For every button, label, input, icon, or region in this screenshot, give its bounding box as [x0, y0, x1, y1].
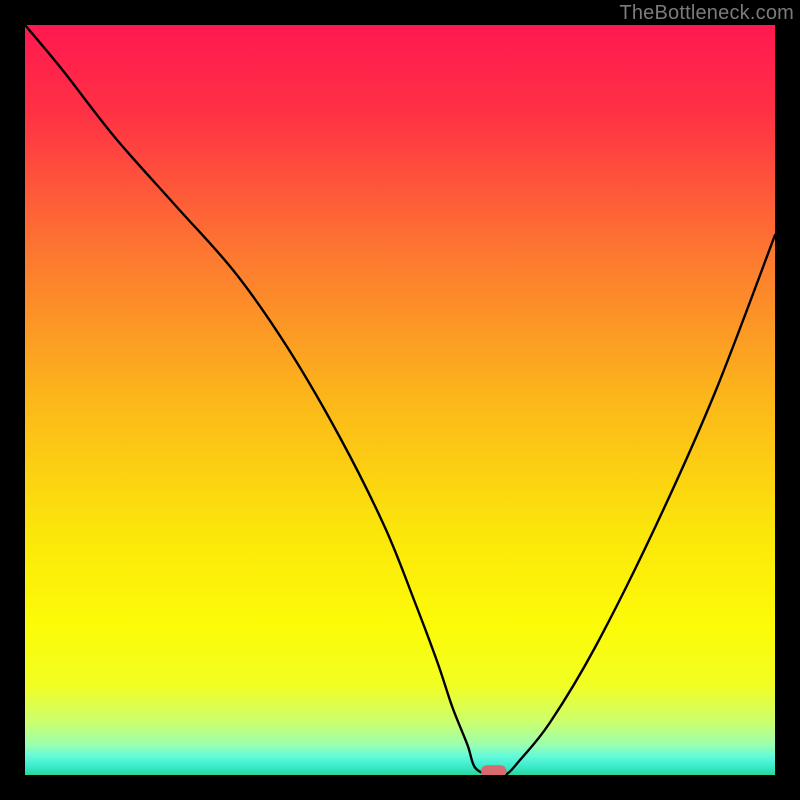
- bottleneck-plot: [25, 25, 775, 775]
- chart-frame: TheBottleneck.com: [0, 0, 800, 800]
- optimal-marker: [481, 765, 507, 775]
- plot-background: [25, 25, 775, 775]
- attribution-label: TheBottleneck.com: [619, 2, 794, 25]
